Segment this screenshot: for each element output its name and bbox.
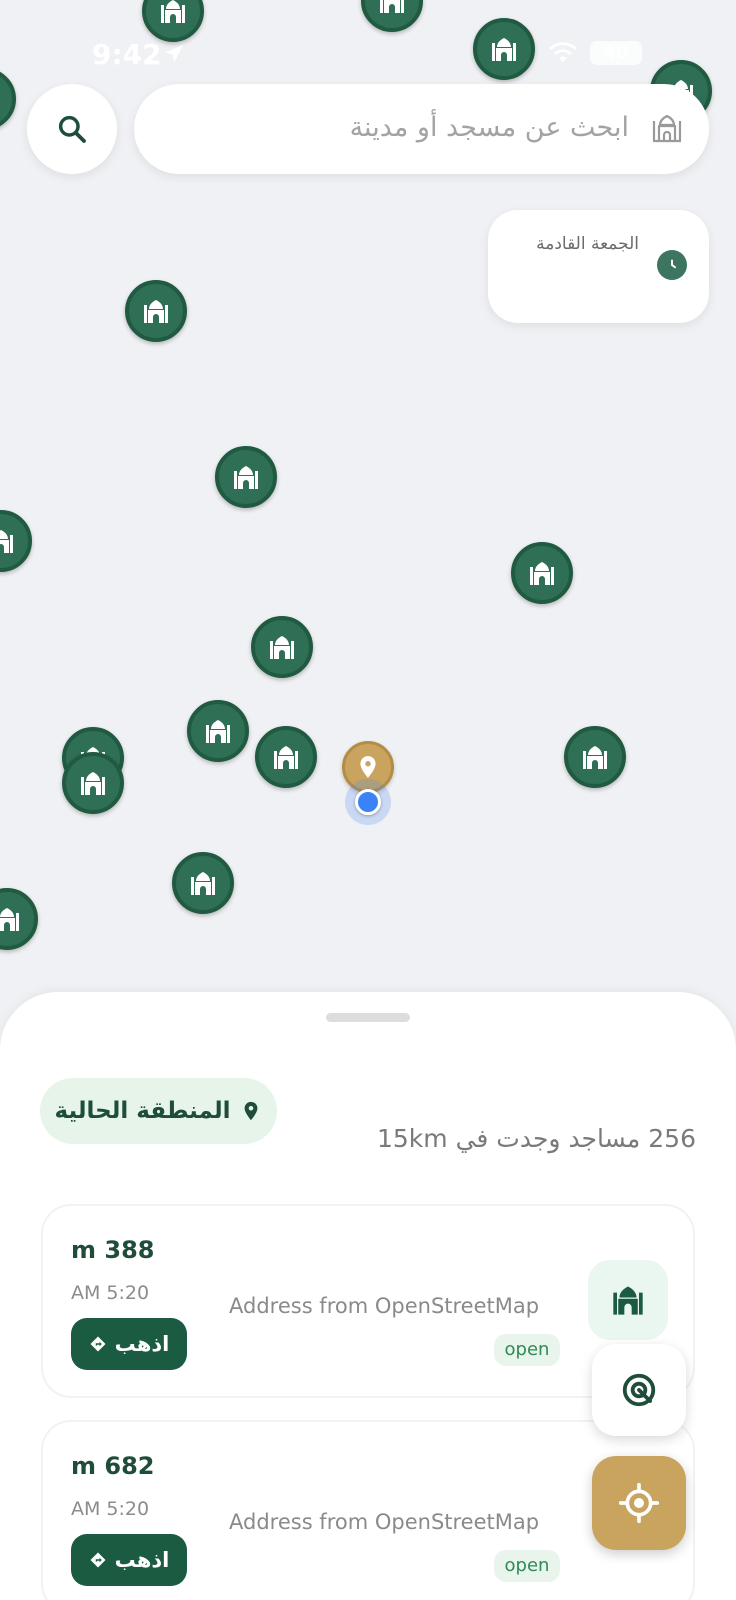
mosque-icon <box>81 772 105 795</box>
go-button[interactable]: اذهب <box>71 1534 187 1586</box>
mosque-prayer-time: AM 5:20 <box>71 1282 150 1304</box>
mosque-icon <box>234 466 258 489</box>
location-pin-icon <box>360 756 376 778</box>
mosque-marker[interactable] <box>215 446 277 508</box>
status-badge: open <box>494 1550 560 1582</box>
mosque-prayer-time: AM 5:20 <box>71 1498 150 1520</box>
clock-icon <box>657 250 687 280</box>
mosque-outline-icon <box>652 114 682 143</box>
go-button[interactable]: اذهب <box>71 1318 187 1370</box>
sheet-drag-handle[interactable] <box>326 1013 410 1022</box>
mosque-count-text: 256 مساجد وجدت في 15km <box>376 1124 696 1153</box>
mosque-icon <box>583 746 607 769</box>
directions-icon <box>90 1552 106 1568</box>
status-badge: open <box>494 1334 560 1366</box>
mosque-marker[interactable] <box>62 752 124 814</box>
mosque-address: Address from OpenStreetMap <box>229 1510 540 1534</box>
current-area-label: المنطقة الحالية <box>54 1098 231 1124</box>
mosque-marker[interactable] <box>255 726 317 788</box>
mosque-icon <box>380 0 404 13</box>
search-icon <box>58 115 86 143</box>
search-button[interactable] <box>27 84 117 174</box>
mosque-distance: m 682 <box>71 1452 155 1480</box>
mosque-thumb <box>588 1260 668 1340</box>
radius-icon <box>622 1373 656 1407</box>
radius-button[interactable] <box>592 1344 686 1436</box>
crosshair-icon <box>619 1483 659 1523</box>
mosque-icon <box>191 872 215 895</box>
mosque-icon <box>206 720 230 743</box>
mosque-address: Address from OpenStreetMap <box>229 1294 540 1318</box>
mosque-icon <box>530 562 554 585</box>
app-screen: 9:42 40 ابحث عن مسجد أو مدينة الجمعة الق… <box>0 0 736 1600</box>
mosque-marker[interactable] <box>0 68 16 130</box>
mosque-icon <box>161 0 185 23</box>
mosque-marker[interactable] <box>564 726 626 788</box>
mosque-marker[interactable] <box>0 888 38 950</box>
search-input[interactable]: ابحث عن مسجد أو مدينة <box>134 84 709 174</box>
mosque-icon <box>274 746 298 769</box>
next-prayer-card[interactable]: الجمعة القادمة <box>488 210 709 323</box>
locate-me-button[interactable] <box>592 1456 686 1550</box>
battery-indicator: 40 <box>590 41 642 65</box>
next-prayer-label: الجمعة القادمة <box>536 234 639 254</box>
status-time: 9:42 <box>92 38 162 71</box>
mosque-icon <box>0 81 3 117</box>
mosque-icon <box>0 908 19 931</box>
location-arrow-icon <box>165 45 183 62</box>
search-placeholder: ابحث عن مسجد أو مدينة <box>349 112 629 143</box>
mosque-icon <box>144 300 168 323</box>
wifi-icon <box>549 42 577 62</box>
current-area-chip[interactable]: المنطقة الحالية <box>40 1078 277 1144</box>
mosque-marker[interactable] <box>361 0 423 32</box>
user-location-dot <box>355 789 381 815</box>
mosque-distance: m 388 <box>71 1236 155 1264</box>
location-pin-icon <box>245 1101 258 1121</box>
mosque-marker[interactable] <box>125 280 187 342</box>
status-bar: 9:42 40 <box>0 32 736 76</box>
mosque-icon <box>613 1286 643 1315</box>
mosque-marker[interactable] <box>0 510 32 572</box>
go-button-label: اذهب <box>114 1548 170 1572</box>
mosque-marker[interactable] <box>172 852 234 914</box>
directions-icon <box>90 1336 106 1352</box>
mosque-marker[interactable] <box>251 616 313 678</box>
mosque-icon <box>270 636 294 659</box>
mosque-marker[interactable] <box>511 542 573 604</box>
mosque-icon <box>0 530 13 553</box>
mosque-marker[interactable] <box>187 700 249 762</box>
go-button-label: اذهب <box>114 1332 170 1356</box>
